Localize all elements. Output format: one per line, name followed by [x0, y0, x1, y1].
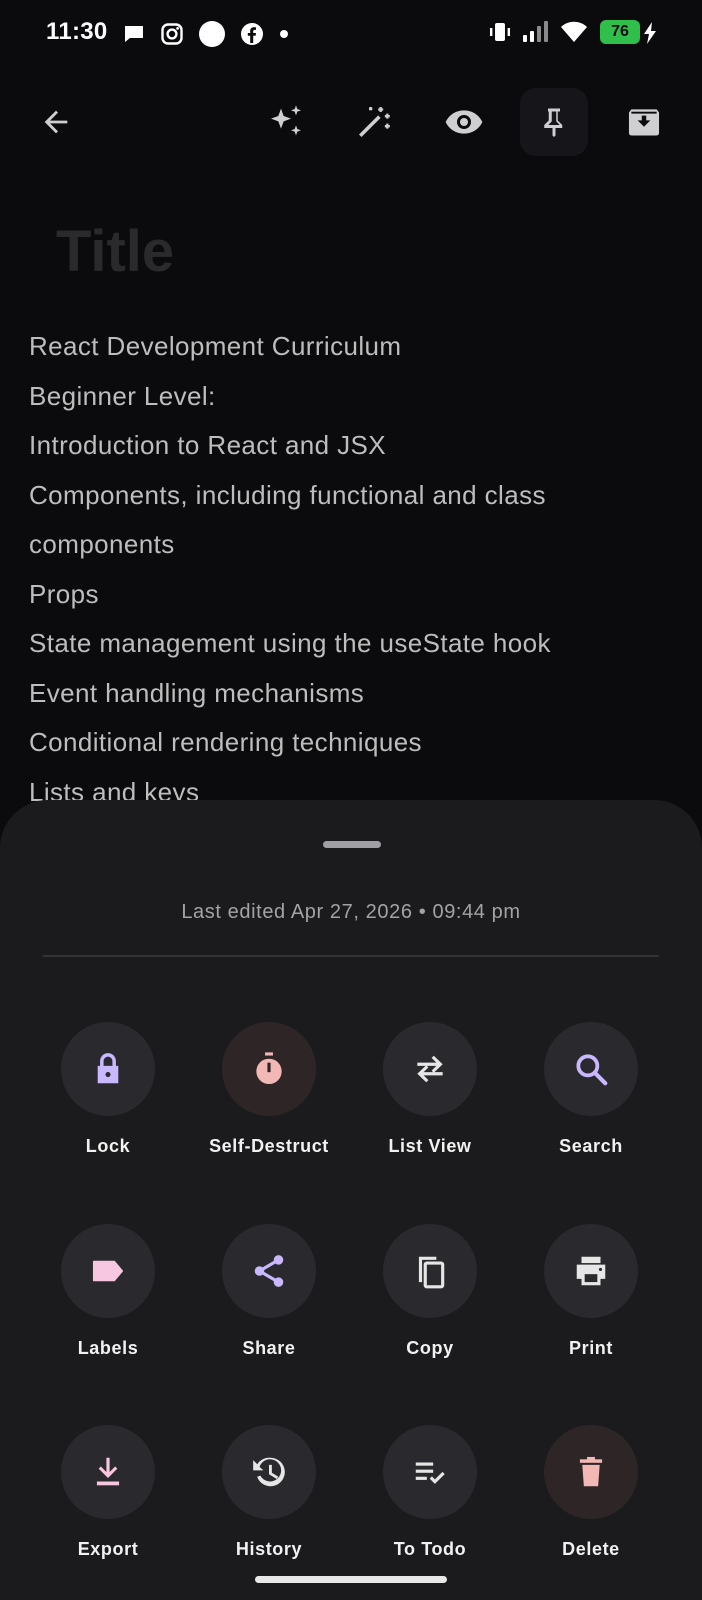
swap-arrows-icon	[417, 1055, 443, 1083]
facebook-icon	[241, 23, 263, 45]
battery-icon: 76	[600, 20, 656, 44]
vibrate-icon	[490, 23, 510, 41]
action-circle[interactable]	[383, 1224, 477, 1318]
action-export-button[interactable]: Export	[28, 1425, 188, 1560]
action-self-destruct-button[interactable]: Self-Destruct	[189, 1022, 349, 1157]
note-line: State management using the useState hook	[29, 628, 551, 658]
checklist-icon	[415, 1462, 445, 1484]
action-to-todo-button[interactable]: To Todo	[350, 1425, 510, 1560]
lock-icon	[97, 1053, 119, 1084]
note-toolbar	[0, 84, 702, 160]
copy-icon	[418, 1256, 445, 1289]
action-label: Share	[242, 1338, 296, 1358]
ai-assist-button[interactable]	[252, 88, 320, 156]
history-icon	[253, 1457, 285, 1487]
note-title-placeholder[interactable]: Title	[56, 218, 174, 285]
action-circle[interactable]	[222, 1022, 316, 1116]
action-label: Print	[568, 1338, 613, 1358]
action-circle[interactable]	[383, 1425, 477, 1519]
action-circle[interactable]	[383, 1022, 477, 1116]
instagram-icon	[161, 23, 183, 45]
action-circle[interactable]	[61, 1224, 155, 1318]
action-label: Self-Destruct	[209, 1136, 329, 1156]
circle-icon	[199, 21, 225, 47]
battery-level: 76	[600, 20, 640, 44]
pin-icon	[544, 108, 563, 137]
search-icon	[576, 1054, 608, 1086]
magic-format-button[interactable]	[340, 88, 408, 156]
back-arrow-icon	[44, 110, 68, 134]
back-button[interactable]	[22, 88, 90, 156]
action-circle[interactable]	[544, 1425, 638, 1519]
download-icon	[96, 1457, 120, 1486]
timer-icon	[256, 1052, 282, 1085]
action-label: Lock	[85, 1136, 131, 1156]
trash-icon	[579, 1456, 603, 1487]
notification-icons	[122, 20, 290, 48]
share-icon	[254, 1255, 284, 1287]
note-line: Beginner Level:	[29, 380, 216, 411]
signal-icon	[523, 21, 548, 42]
charging-icon	[644, 22, 656, 44]
action-circle[interactable]	[61, 1425, 155, 1519]
home-indicator[interactable]	[255, 1576, 447, 1583]
magic-wand-icon	[359, 107, 390, 137]
action-label: To Todo	[393, 1539, 467, 1559]
dot-icon	[280, 30, 288, 38]
action-label: Search	[559, 1136, 623, 1156]
action-history-button[interactable]: History	[189, 1425, 349, 1560]
note-line: Props	[29, 578, 99, 609]
action-share-button[interactable]: Share	[189, 1224, 349, 1359]
action-circle[interactable]	[544, 1022, 638, 1116]
status-bar: 11:30 76	[0, 0, 702, 66]
note-line: Conditional rendering techniques	[29, 727, 422, 757]
note-line: components	[29, 529, 175, 559]
archive-icon	[628, 109, 660, 136]
action-list-view-button[interactable]: List View	[350, 1022, 510, 1157]
system-icons	[488, 20, 588, 44]
label-icon	[92, 1260, 124, 1282]
action-label: List View	[388, 1136, 472, 1156]
note-line: Introduction to React and JSX	[29, 430, 387, 460]
action-circle[interactable]	[544, 1224, 638, 1318]
preview-button[interactable]	[430, 88, 498, 156]
status-time: 11:30	[46, 18, 108, 45]
action-label: Labels	[77, 1338, 139, 1358]
action-print-button[interactable]: Print	[511, 1224, 671, 1359]
divider	[43, 955, 659, 957]
note-body[interactable]: React Development Curriculum Beginner Lev…	[29, 322, 679, 817]
action-label: Copy	[406, 1338, 454, 1358]
action-labels-button[interactable]: Labels	[28, 1224, 188, 1359]
action-circle[interactable]	[222, 1224, 316, 1318]
action-label: Delete	[562, 1539, 620, 1559]
action-search-button[interactable]: Search	[511, 1022, 671, 1157]
last-edited-text: Last edited Apr 27, 2026 • 09:44 pm	[181, 901, 521, 923]
action-label: Export	[77, 1539, 139, 1559]
action-circle[interactable]	[222, 1425, 316, 1519]
pin-button[interactable]	[520, 88, 588, 156]
eye-icon	[445, 110, 483, 134]
action-lock-button[interactable]: Lock	[28, 1022, 188, 1157]
archive-button[interactable]	[610, 88, 678, 156]
drag-handle[interactable]	[323, 841, 381, 848]
action-circle[interactable]	[61, 1022, 155, 1116]
ai-sparkle-icon	[271, 105, 301, 136]
chat-icon	[125, 26, 143, 42]
action-delete-button[interactable]: Delete	[511, 1425, 671, 1560]
note-line: Components, including functional and cla…	[29, 479, 546, 510]
action-copy-button[interactable]: Copy	[350, 1224, 510, 1359]
note-line: Event handling mechanisms	[29, 677, 365, 708]
note-line: React Development Curriculum	[29, 331, 402, 361]
action-label: History	[235, 1539, 303, 1559]
wifi-icon	[561, 21, 587, 42]
print-icon	[576, 1256, 606, 1286]
